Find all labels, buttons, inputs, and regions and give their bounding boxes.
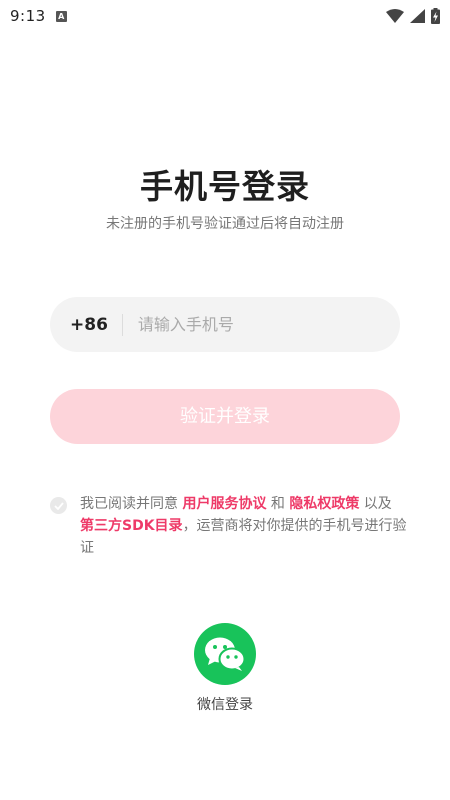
agreement-block: 我已阅读并同意 用户服务协议 和 隐私权政策 以及 第三方SDK目录，运营商将对… bbox=[50, 493, 410, 559]
status-right bbox=[386, 8, 440, 24]
notification-a-icon: A bbox=[55, 10, 67, 22]
wechat-login-button[interactable] bbox=[194, 623, 256, 685]
agreement-text: 我已阅读并同意 用户服务协议 和 隐私权政策 以及 第三方SDK目录，运营商将对… bbox=[80, 493, 410, 559]
verify-login-button[interactable]: 验证并登录 bbox=[50, 389, 400, 444]
agreement-text-2: 和 bbox=[266, 496, 290, 512]
phone-field: +86 bbox=[50, 297, 400, 352]
wifi-icon bbox=[386, 9, 404, 23]
agree-checkbox[interactable] bbox=[50, 497, 67, 514]
phone-divider bbox=[121, 313, 123, 336]
battery-charging-icon bbox=[431, 8, 440, 24]
page-title: 手机号登录 bbox=[140, 167, 310, 206]
phone-input[interactable] bbox=[135, 314, 370, 335]
signal-icon bbox=[410, 9, 425, 23]
page-subtitle: 未注册的手机号验证通过后将自动注册 bbox=[106, 216, 344, 232]
wechat-login: 微信登录 bbox=[0, 623, 450, 714]
country-code-selector[interactable]: +86 bbox=[70, 315, 108, 335]
terms-link[interactable]: 用户服务协议 bbox=[182, 496, 266, 512]
agreement-text-1: 我已阅读并同意 bbox=[80, 496, 183, 512]
check-icon bbox=[53, 501, 64, 510]
privacy-link[interactable]: 隐私权政策 bbox=[289, 496, 359, 512]
wechat-login-label: 微信登录 bbox=[197, 697, 253, 713]
sdk-list-link[interactable]: 第三方SDK目录 bbox=[80, 518, 183, 534]
agreement-text-3: 以及 bbox=[359, 496, 392, 512]
status-time: 9:13 bbox=[10, 7, 46, 25]
wechat-icon bbox=[205, 637, 246, 671]
status-bar: 9:13 A bbox=[0, 0, 450, 32]
status-left: 9:13 A bbox=[10, 7, 67, 25]
